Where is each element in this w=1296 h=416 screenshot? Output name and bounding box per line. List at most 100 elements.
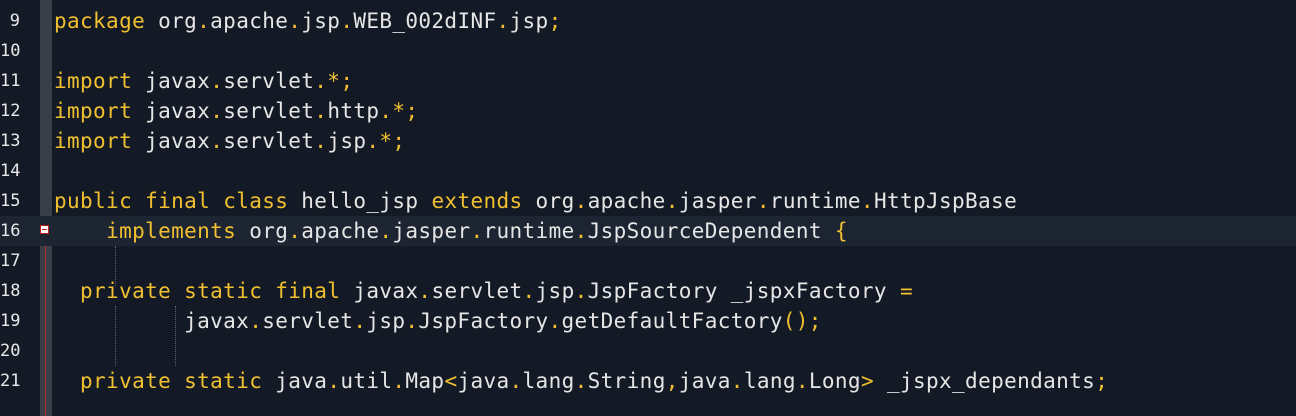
code-token: String [587, 369, 666, 393]
punctuation-token: . [314, 99, 328, 123]
code-text: private static final javax.servlet.jsp.J… [54, 276, 913, 306]
keyword-token: private [80, 369, 172, 393]
code-line[interactable]: 10 [0, 36, 1296, 66]
code-token: Long [808, 369, 861, 393]
line-number: 20 [0, 341, 21, 361]
code-token: JspFactory _jspxFactory [587, 279, 900, 303]
punctuation-token: .*; [366, 129, 406, 153]
code-text: private static java.util.Map<java.lang.S… [54, 366, 1108, 396]
keyword-token: extends [431, 189, 523, 213]
keyword-token: static [184, 279, 263, 303]
code-token: getDefaultFactory [561, 309, 783, 333]
fold-collapse-icon[interactable] [40, 225, 49, 234]
code-text: import javax.servlet.http.*; [54, 96, 418, 126]
code-text: import javax.servlet.jsp.*; [54, 126, 405, 156]
punctuation-token: ; [548, 9, 562, 33]
punctuation-token: . [665, 189, 679, 213]
code-token: servlet [431, 279, 523, 303]
keyword-token: package [54, 9, 146, 33]
punctuation-token: . [314, 129, 328, 153]
code-token: jsp [509, 9, 549, 33]
punctuation-token: . [379, 219, 393, 243]
punctuation-token: . [288, 219, 302, 243]
code-line[interactable]: 15 public final class hello_jsp extends o… [0, 186, 1296, 216]
code-token: jasper [678, 189, 757, 213]
line-number: 13 [0, 131, 21, 151]
keyword-token: import [54, 99, 133, 123]
code-editor[interactable]: 9 package org.apache.jsp.WEB_002dINF.jsp;… [0, 0, 1296, 416]
punctuation-token: .*; [379, 99, 419, 123]
code-text: import javax.servlet.*; [54, 66, 353, 96]
indent-guide [115, 306, 116, 366]
code-line[interactable]: 11 import javax.servlet.*; [0, 66, 1296, 96]
code-token: servlet [223, 99, 315, 123]
punctuation-token: = [899, 279, 913, 303]
punctuation-token: . [249, 309, 263, 333]
code-token: lang [743, 369, 796, 393]
code-token: javax [54, 309, 250, 333]
code-text: package org.apache.jsp.WEB_002dINF.jsp; [54, 6, 562, 36]
code-token: apache [587, 189, 666, 213]
punctuation-token: . [574, 189, 588, 213]
code-token: java [262, 369, 328, 393]
code-token: javax [132, 69, 211, 93]
keyword-token: class [223, 189, 289, 213]
punctuation-token: . [509, 369, 523, 393]
punctuation-token: . [340, 9, 354, 33]
code-token: lang [522, 369, 575, 393]
keyword-token: import [54, 129, 133, 153]
line-number: 12 [0, 101, 21, 121]
punctuation-token: . [795, 369, 809, 393]
code-line[interactable]: 13 import javax.servlet.jsp.*; [0, 126, 1296, 156]
code-line[interactable]: 21 private static java.util.Map<java.lan… [0, 366, 1296, 396]
code-line[interactable]: 18 private static final javax.servlet.js… [0, 276, 1296, 306]
code-token: WEB_002dINF [353, 9, 497, 33]
keyword-token: final [275, 279, 341, 303]
indent-guide [115, 246, 116, 286]
code-line[interactable]: 12 import javax.servlet.http.*; [0, 96, 1296, 126]
punctuation-token: { [834, 219, 848, 243]
line-number: 9 [9, 11, 20, 31]
keyword-token: import [54, 69, 133, 93]
code-token: javax [132, 99, 211, 123]
code-token: _jspx_dependants [873, 369, 1096, 393]
code-token: runtime [769, 189, 861, 213]
code-line[interactable]: 16 implements org.apache.jasper.runtime.… [0, 216, 1296, 246]
line-number: 11 [0, 71, 21, 91]
punctuation-token: . [210, 99, 224, 123]
punctuation-token: . [496, 9, 510, 33]
punctuation-token: . [197, 9, 211, 33]
code-token: jsp [327, 129, 367, 153]
code-line[interactable]: 19 javax.servlet.jsp.JspFactory.getDefau… [0, 306, 1296, 336]
code-text: javax.servlet.jsp.JspFactory.getDefaultF… [54, 306, 822, 336]
punctuation-token: . [574, 219, 588, 243]
code-line[interactable]: 9 package org.apache.jsp.WEB_002dINF.jsp; [0, 6, 1296, 36]
punctuation-token: . [418, 279, 432, 303]
code-token: JspSourceDependent [587, 219, 835, 243]
code-line[interactable]: 14 [0, 156, 1296, 186]
code-line[interactable]: 20 [0, 336, 1296, 366]
code-token: jasper [392, 219, 471, 243]
punctuation-token: . [210, 69, 224, 93]
punctuation-token: . [327, 369, 341, 393]
punctuation-token: . [210, 129, 224, 153]
punctuation-token: , [665, 369, 679, 393]
code-token: http [327, 99, 380, 123]
punctuation-token: . [522, 279, 536, 303]
code-line[interactable]: 17 [0, 246, 1296, 276]
line-number: 10 [0, 41, 21, 61]
punctuation-token: ; [1095, 369, 1109, 393]
punctuation-token: . [405, 309, 419, 333]
keyword-token: implements [106, 219, 237, 243]
punctuation-token: . [574, 369, 588, 393]
keyword-token: final [145, 189, 211, 213]
code-token: org [145, 9, 198, 33]
punctuation-token: . [288, 9, 302, 33]
punctuation-token: . [470, 219, 484, 243]
punctuation-token: (); [782, 309, 822, 333]
